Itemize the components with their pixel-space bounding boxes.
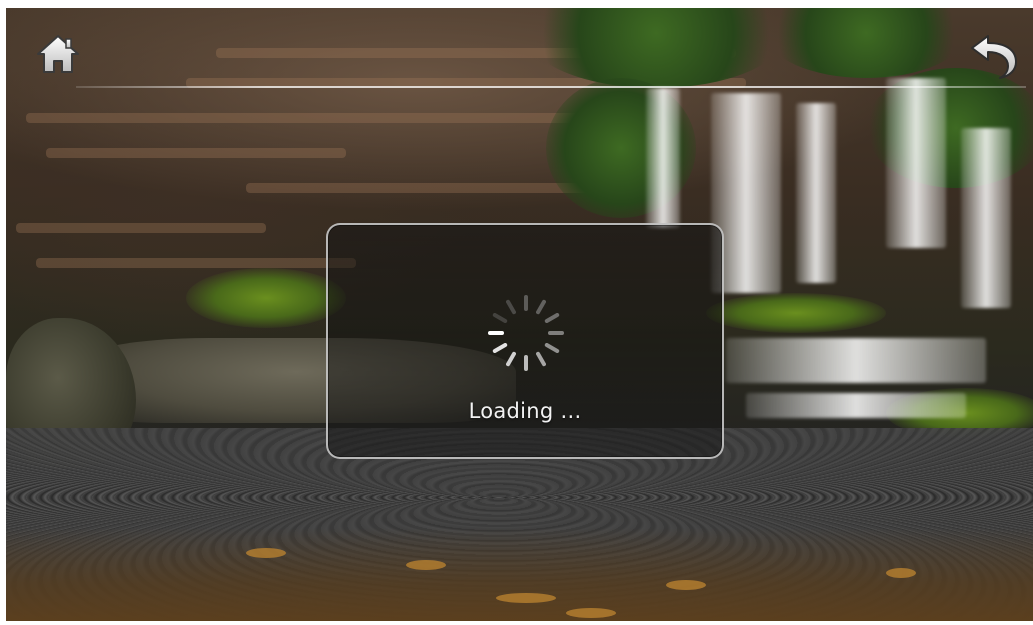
back-button[interactable]	[968, 30, 1020, 82]
leaf	[666, 580, 706, 590]
rock-strata	[26, 113, 626, 123]
loading-dialog: Loading ...	[326, 223, 724, 459]
rock-strata	[246, 183, 606, 193]
foliage	[766, 8, 966, 78]
moss-patch	[706, 293, 886, 333]
foliage	[526, 8, 786, 88]
home-button[interactable]	[34, 30, 82, 78]
topbar-divider	[76, 86, 1026, 88]
cascade	[746, 393, 966, 418]
waterfall-stream	[646, 88, 680, 228]
moss-patch	[186, 268, 346, 328]
leaf	[886, 568, 916, 578]
waterfall-stream	[886, 78, 946, 248]
rock-strata	[46, 148, 346, 158]
rock-strata	[16, 223, 266, 233]
leaf	[566, 608, 616, 618]
loading-text: Loading ...	[468, 399, 582, 423]
home-icon	[37, 35, 79, 73]
waterfall-stream	[961, 128, 1011, 308]
pool-floor	[6, 528, 1033, 621]
app-screen: Loading ...	[6, 8, 1033, 621]
leaf	[406, 560, 446, 570]
cascade	[726, 338, 986, 383]
rock-strata	[36, 258, 356, 268]
loading-spinner-icon	[488, 295, 564, 371]
back-arrow-icon	[971, 35, 1017, 79]
waterfall-stream	[796, 103, 836, 283]
leaf	[496, 593, 556, 603]
leaf	[246, 548, 286, 558]
